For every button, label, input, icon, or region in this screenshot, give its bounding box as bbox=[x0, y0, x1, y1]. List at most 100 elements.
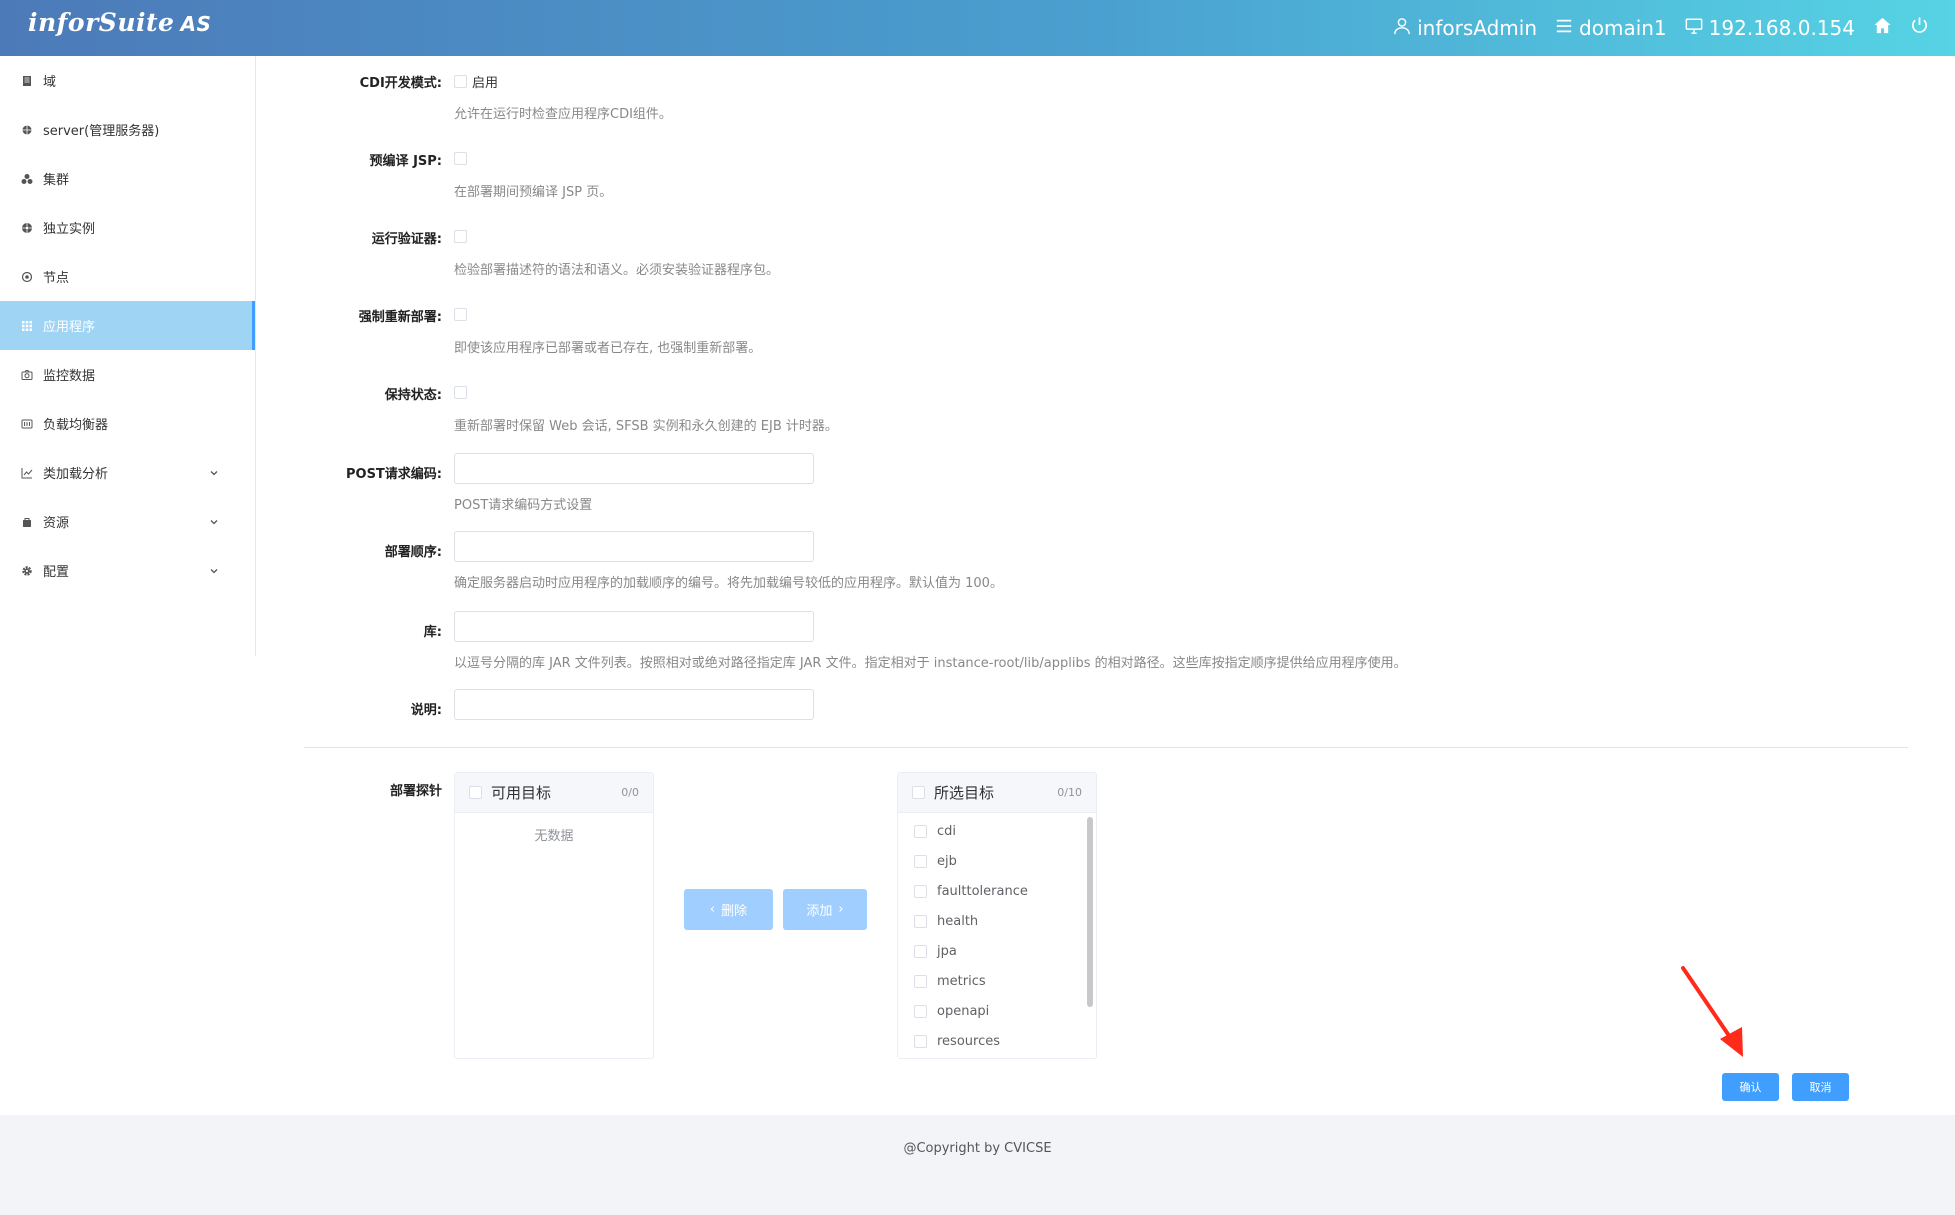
field-label: 库: bbox=[423, 625, 442, 640]
list-item[interactable]: resources bbox=[898, 1026, 1096, 1056]
help-text: POST请求编码方式设置 bbox=[454, 498, 593, 513]
sidebar-item-label: 类加载分析 bbox=[43, 467, 109, 482]
help-text: 确定服务器启动时应用程序的加载顺序的编号。将先加载编号较低的应用程序。默认值为 … bbox=[454, 576, 1003, 591]
list-icon bbox=[1555, 16, 1573, 40]
list-item[interactable]: health bbox=[898, 906, 1096, 936]
item-checkbox[interactable] bbox=[914, 914, 927, 928]
sidebar-item-node[interactable]: 节点 bbox=[0, 252, 255, 301]
resource-icon bbox=[21, 516, 33, 528]
domain-icon bbox=[21, 75, 33, 87]
sidebar-item-apps[interactable]: 应用程序 bbox=[0, 301, 255, 350]
sidebar-item-label: 负载均衡器 bbox=[43, 418, 109, 433]
libraries-input[interactable] bbox=[454, 611, 814, 642]
sidebar-item-balancer[interactable]: 负载均衡器 bbox=[0, 399, 255, 448]
sidebar-item-label: 域 bbox=[43, 75, 57, 90]
field-label: 保持状态: bbox=[384, 388, 442, 403]
power-icon bbox=[1910, 16, 1929, 40]
sidebar-item-resources[interactable]: 资源 bbox=[0, 497, 255, 546]
domain-name: domain1 bbox=[1579, 16, 1667, 40]
remove-button[interactable]: ‹ 删除 bbox=[684, 889, 773, 930]
item-checkbox[interactable] bbox=[914, 1034, 927, 1048]
description-input[interactable] bbox=[454, 689, 814, 720]
form-divider bbox=[304, 747, 1908, 748]
add-button[interactable]: 添加 › bbox=[783, 889, 867, 930]
confirm-button[interactable]: 确认 bbox=[1722, 1073, 1779, 1101]
sidebar-item-label: 配置 bbox=[43, 565, 70, 580]
selected-select-all-checkbox[interactable] bbox=[912, 786, 925, 799]
run-verifier-checkbox[interactable] bbox=[454, 230, 467, 243]
available-select-all-checkbox[interactable] bbox=[469, 786, 482, 799]
panel-count: 0/10 bbox=[1057, 786, 1082, 799]
list-item[interactable]: metrics bbox=[898, 966, 1096, 996]
app-logo: inforSuite AS bbox=[28, 8, 211, 37]
cdi-enable-checkbox[interactable]: 启用 bbox=[454, 72, 498, 91]
field-label: CDI开发模式: bbox=[359, 76, 442, 91]
ip-address: 192.168.0.154 bbox=[1708, 16, 1855, 40]
item-checkbox[interactable] bbox=[914, 824, 927, 838]
cancel-button[interactable]: 取消 bbox=[1792, 1073, 1849, 1101]
top-header: inforSuite AS inforsAdmin domain1 192.168… bbox=[0, 0, 1955, 56]
item-checkbox[interactable] bbox=[914, 854, 927, 868]
keep-state-checkbox[interactable] bbox=[454, 386, 467, 399]
force-redeploy-checkbox[interactable] bbox=[454, 308, 467, 321]
sidebar-item-config[interactable]: 配置 bbox=[0, 546, 255, 595]
user-icon bbox=[1393, 16, 1411, 40]
user-menu[interactable]: inforsAdmin bbox=[1393, 16, 1537, 40]
list-item[interactable]: jpa bbox=[898, 936, 1096, 966]
help-text: 即使该应用程序已部署或者已存在, 也强制重新部署。 bbox=[454, 341, 762, 356]
item-checkbox[interactable] bbox=[914, 884, 927, 898]
field-label: 运行验证器: bbox=[371, 232, 442, 247]
field-label: POST请求编码: bbox=[345, 467, 442, 482]
item-checkbox[interactable] bbox=[914, 944, 927, 958]
sidebar-item-monitoring[interactable]: 监控数据 bbox=[0, 350, 255, 399]
panel-title: 可用目标 bbox=[491, 784, 552, 802]
sidebar-item-classload[interactable]: 类加载分析 bbox=[0, 448, 255, 497]
sidebar-item-label: server(管理服务器) bbox=[43, 124, 160, 139]
list-item[interactable]: openapi bbox=[898, 996, 1096, 1026]
copyright-text: @Copyright by CVICSE bbox=[903, 1141, 1052, 1156]
logout-button[interactable] bbox=[1910, 16, 1929, 40]
help-text: 允许在运行时检查应用程序CDI组件。 bbox=[454, 107, 672, 122]
selected-targets-list: cdi ejb faulttolerance health jpa metric… bbox=[898, 813, 1096, 1058]
sidebar-item-server[interactable]: server(管理服务器) bbox=[0, 105, 255, 154]
sidebar-item-label: 资源 bbox=[43, 516, 70, 531]
selected-targets-panel: 所选目标 0/10 cdi ejb faulttolerance health … bbox=[897, 772, 1097, 1059]
list-item[interactable]: ejb bbox=[898, 846, 1096, 876]
sidebar-item-domain[interactable]: 域 bbox=[0, 56, 255, 105]
list-item[interactable]: faulttolerance bbox=[898, 876, 1096, 906]
chevron-down-icon[interactable] bbox=[209, 516, 219, 526]
chevron-left-icon: ‹ bbox=[709, 902, 716, 917]
item-checkbox[interactable] bbox=[914, 1004, 927, 1018]
help-text: 在部署期间预编译 JSP 页。 bbox=[454, 185, 613, 200]
sidebar: 域 server(管理服务器) 集群 独立实例 节点 应用程序 监控数据 负载均… bbox=[0, 56, 256, 656]
monitor-icon bbox=[1685, 16, 1703, 40]
ip-menu[interactable]: 192.168.0.154 bbox=[1685, 16, 1855, 40]
help-text: 重新部署时保留 Web 会话, SFSB 实例和永久创建的 EJB 计时器。 bbox=[454, 419, 838, 434]
sidebar-item-instance[interactable]: 独立实例 bbox=[0, 203, 255, 252]
sidebar-item-cluster[interactable]: 集群 bbox=[0, 154, 255, 203]
camera-icon bbox=[21, 369, 33, 381]
logo-main: inforSuite bbox=[28, 8, 175, 37]
list-item[interactable]: cdi bbox=[898, 816, 1096, 846]
sidebar-item-label: 节点 bbox=[43, 271, 70, 286]
cluster-icon bbox=[21, 173, 33, 185]
chevron-down-icon[interactable] bbox=[209, 467, 219, 477]
deploy-order-input[interactable] bbox=[454, 531, 814, 562]
logo-suffix: AS bbox=[180, 12, 212, 36]
scrollbar[interactable] bbox=[1087, 817, 1093, 1007]
node-icon bbox=[21, 271, 33, 283]
home-button[interactable] bbox=[1873, 16, 1892, 40]
field-label: 部署探针 bbox=[389, 784, 442, 799]
domain-menu[interactable]: domain1 bbox=[1555, 16, 1667, 40]
instance-icon bbox=[21, 222, 33, 234]
precompile-jsp-checkbox[interactable] bbox=[454, 152, 467, 165]
gear-icon bbox=[21, 565, 33, 577]
post-encoding-input[interactable] bbox=[454, 453, 814, 484]
available-targets-panel: 可用目标 0/0 无数据 bbox=[454, 772, 654, 1059]
chevron-down-icon[interactable] bbox=[209, 565, 219, 575]
chevron-right-icon: › bbox=[838, 902, 844, 917]
item-checkbox[interactable] bbox=[914, 974, 927, 988]
field-label: 强制重新部署: bbox=[358, 310, 442, 325]
sidebar-item-label: 独立实例 bbox=[43, 222, 96, 237]
empty-text: 无数据 bbox=[534, 829, 574, 844]
